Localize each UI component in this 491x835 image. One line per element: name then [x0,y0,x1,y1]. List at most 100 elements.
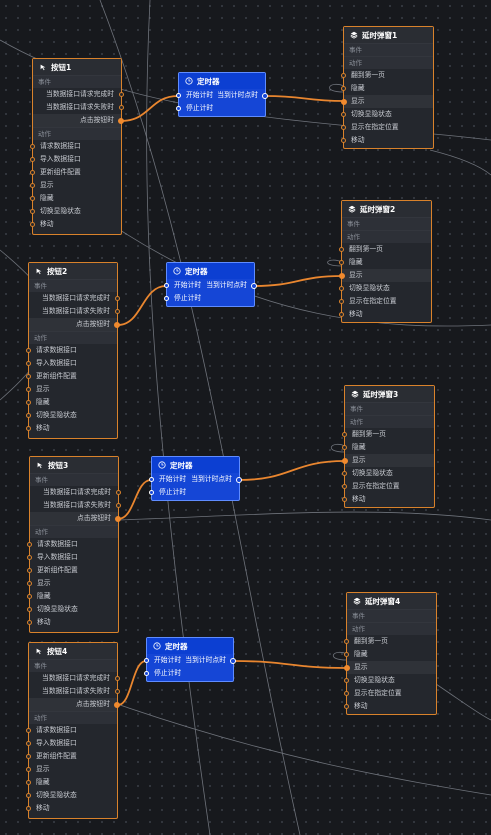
timer-row-stop[interactable]: 停止计时 [149,486,239,499]
input-port[interactable] [26,400,31,405]
action-row[interactable]: 显示 [344,661,436,674]
input-port[interactable] [149,477,154,482]
input-port[interactable] [164,283,169,288]
action-row[interactable]: 切换显隐状态 [26,789,117,802]
input-port[interactable] [27,620,32,625]
event-row[interactable]: 当数据接口请求失败时 [29,685,120,698]
input-port[interactable] [27,568,32,573]
timer-row-start[interactable]: 开始计时 当到计时点时 [144,654,236,667]
input-port[interactable] [341,98,347,105]
input-port[interactable] [342,471,347,476]
output-port[interactable] [119,105,124,110]
action-row[interactable]: 请求数据接口 [27,538,118,551]
event-row[interactable]: 点击按钮时 [30,512,121,525]
action-row[interactable]: 切换显隐状态 [26,409,117,422]
popup-node-header[interactable]: 延时弹窗3 [345,386,434,402]
input-port[interactable] [339,299,344,304]
action-row[interactable]: 显示在指定位置 [342,480,434,493]
input-port[interactable] [344,678,349,683]
action-row[interactable]: 显示 [342,454,434,467]
output-port[interactable] [116,490,121,495]
input-port[interactable] [26,754,31,759]
button-node-1[interactable]: 按钮1 事件 当数据接口请求完成时 当数据接口请求失败时 点击按钮时 动作 请求… [30,58,124,235]
action-row[interactable]: 隐藏 [344,648,436,661]
input-port[interactable] [342,445,347,450]
action-row[interactable]: 显示 [341,95,433,108]
input-port[interactable] [30,196,35,201]
action-row[interactable]: 翻到第一页 [341,69,433,82]
action-row[interactable]: 显示 [339,269,431,282]
input-port[interactable] [27,555,32,560]
input-port[interactable] [176,93,181,98]
output-port[interactable] [236,476,242,483]
timer-row-stop[interactable]: 停止计时 [176,102,265,115]
event-row[interactable]: 当数据接口请求失败时 [29,305,120,318]
input-port[interactable] [341,112,346,117]
popup-node-4[interactable]: 延时弹窗4 事件 动作 翻到第一页 隐藏 显示 切换显隐状态 显示在指定位置 移… [344,592,437,715]
output-port[interactable] [115,296,120,301]
input-port[interactable] [339,260,344,265]
event-row[interactable]: 当数据接口请求完成时 [29,672,120,685]
input-port[interactable] [144,658,149,663]
input-port[interactable] [26,361,31,366]
action-row[interactable]: 切换显隐状态 [341,108,433,121]
output-port[interactable] [116,503,121,508]
popup-node-2[interactable]: 延时弹窗2 事件 动作 翻到第一页 隐藏 显示 切换显隐状态 显示在指定位置 移… [339,200,432,323]
action-row[interactable]: 导入数据接口 [30,153,121,166]
action-row[interactable]: 显示 [27,577,118,590]
input-port[interactable] [339,312,344,317]
event-row[interactable]: 点击按钮时 [29,318,120,331]
input-port[interactable] [26,806,31,811]
input-port[interactable] [26,426,31,431]
timer-row-start[interactable]: 开始计时 当到计时点时 [164,279,257,292]
action-row[interactable]: 切换显隐状态 [339,282,431,295]
popup-node-1[interactable]: 延时弹窗1 事件 动作 翻到第一页 隐藏 显示 切换显隐状态 显示在指定位置 移… [341,26,434,149]
input-port[interactable] [344,704,349,709]
event-row[interactable]: 当数据接口请求完成时 [29,292,120,305]
action-row[interactable]: 显示 [26,383,117,396]
button-node-header[interactable]: 按钮2 [29,263,117,279]
input-port[interactable] [26,767,31,772]
action-row[interactable]: 显示在指定位置 [341,121,433,134]
popup-node-header[interactable]: 延时弹窗4 [347,593,436,609]
output-port[interactable] [119,92,124,97]
input-port[interactable] [144,671,149,676]
action-row[interactable]: 翻到第一页 [342,428,434,441]
input-port[interactable] [26,413,31,418]
action-row[interactable]: 移动 [26,422,117,435]
input-port[interactable] [339,272,345,279]
timer-row-stop[interactable]: 停止计时 [144,667,233,680]
input-port[interactable] [27,594,32,599]
input-port[interactable] [27,607,32,612]
output-port[interactable] [262,92,268,99]
input-port[interactable] [342,497,347,502]
popup-node-header[interactable]: 延时弹窗1 [344,27,433,43]
action-row[interactable]: 移动 [30,218,121,231]
action-row[interactable]: 隐藏 [342,441,434,454]
input-port[interactable] [30,144,35,149]
output-port[interactable] [114,701,120,708]
event-row[interactable]: 当数据接口请求失败时 [33,101,124,114]
input-port[interactable] [30,170,35,175]
button-node-header[interactable]: 按钮4 [29,643,117,659]
action-row[interactable]: 请求数据接口 [26,724,117,737]
input-port[interactable] [342,457,348,464]
input-port[interactable] [27,581,32,586]
input-port[interactable] [339,286,344,291]
output-port[interactable] [115,515,121,522]
input-port[interactable] [30,183,35,188]
input-port[interactable] [149,490,154,495]
action-row[interactable]: 显示在指定位置 [339,295,431,308]
output-port[interactable] [118,117,124,124]
action-row[interactable]: 隐藏 [341,82,433,95]
input-port[interactable] [344,639,349,644]
input-port[interactable] [176,106,181,111]
input-port[interactable] [341,86,346,91]
action-row[interactable]: 更新组件配置 [26,750,117,763]
action-row[interactable]: 更新组件配置 [26,370,117,383]
input-port[interactable] [26,374,31,379]
button-node-header[interactable]: 按钮3 [30,457,118,473]
timer-row-start[interactable]: 开始计时 当到计时点时 [149,473,242,486]
action-row[interactable]: 切换显隐状态 [27,603,118,616]
event-row[interactable]: 点击按钮时 [33,114,124,127]
